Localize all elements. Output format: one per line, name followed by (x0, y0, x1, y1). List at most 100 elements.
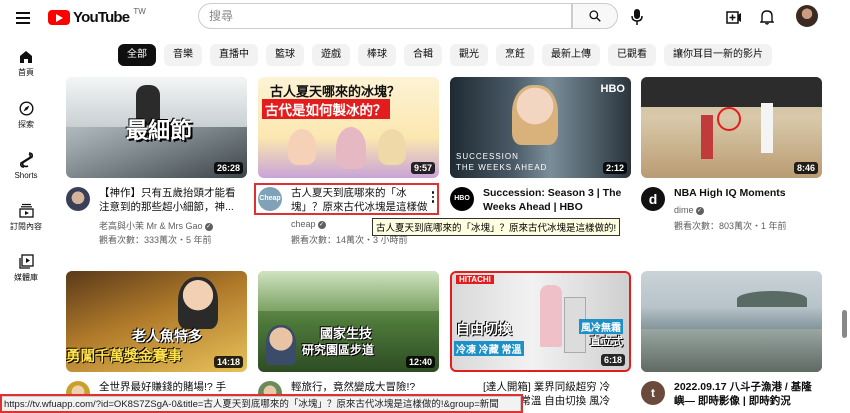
sidebar-item-label: 首頁 (18, 68, 34, 77)
sidebar-item-library[interactable]: 媒體庫 (0, 254, 52, 283)
thumbnail-caption: SUCCESSION (456, 152, 519, 161)
chip-watched[interactable]: 已觀看 (608, 44, 656, 66)
search-input[interactable] (198, 3, 572, 29)
sidebar-item-explore[interactable]: 探索 (0, 101, 52, 130)
channel-name-text: dime (674, 205, 694, 215)
channel-avatar[interactable] (66, 187, 90, 211)
video-duration: 6:18 (600, 354, 625, 366)
video-duration: 26:28 (213, 162, 243, 174)
microphone-icon (631, 9, 643, 25)
thumbnail-island (737, 291, 807, 307)
video-thumbnail[interactable]: HITACHI 自由切換 冷凍 冷藏 常溫 風冷無霜 直立式 6:18 (450, 271, 631, 372)
chip-gaming[interactable]: 遊戲 (312, 44, 350, 66)
channel-avatar[interactable]: HBO (450, 187, 474, 211)
sidebar-item-home[interactable]: 首頁 (0, 50, 52, 78)
thumbnail-player (701, 115, 713, 159)
thumbnail-foliage (258, 271, 439, 311)
voice-search-button[interactable] (624, 4, 650, 30)
channel-avatar[interactable]: Cheap (258, 187, 282, 211)
channel-avatar[interactable]: d (641, 187, 665, 211)
chip-mixes[interactable]: 合輯 (404, 44, 442, 66)
video-thumbnail[interactable] (641, 271, 822, 372)
thumbnail-harbor (641, 329, 822, 372)
channel-name[interactable]: cheap ✓ (291, 219, 326, 229)
chip-cooking[interactable]: 烹飪 (496, 44, 534, 66)
verified-icon: ✓ (317, 220, 326, 229)
home-icon (20, 51, 32, 63)
video-title[interactable]: NBA High IQ Moments (674, 186, 814, 200)
thumbnail-character (288, 129, 316, 165)
channel-name-text: cheap (291, 219, 316, 229)
library-icon (18, 254, 34, 269)
video-duration: 8:46 (793, 162, 818, 174)
account-avatar[interactable] (796, 5, 818, 27)
subscriptions-icon (18, 203, 34, 218)
chip-all[interactable]: 全部 (118, 44, 156, 66)
verified-icon: ✓ (204, 222, 213, 231)
chip-new-to-you[interactable]: 讓你耳目一新的影片 (664, 44, 772, 66)
video-duration: 14:18 (213, 356, 243, 368)
thumbnail-person (540, 285, 562, 347)
thumbnail-badge-secondary: 直立式 (590, 336, 623, 348)
search-icon (589, 10, 601, 22)
sidebar-item-shorts[interactable]: Shorts (0, 152, 52, 180)
thumbnail-person (512, 85, 558, 145)
video-title[interactable]: 古人夏天到底哪來的「冰塊」？原來古代冰塊是這樣做的! (291, 186, 431, 214)
video-duration: 9:57 (410, 162, 435, 174)
youtube-logo[interactable]: YouTube TW (48, 7, 146, 29)
thumbnail-caption: 最細節 (126, 118, 193, 143)
sidebar-item-label: 訂閱內容 (10, 222, 42, 231)
chip-baseball[interactable]: 棒球 (358, 44, 396, 66)
status-bar-url: https://tv.wfuapp.com/?id=OK8S7ZSgA-0&ti… (0, 396, 521, 413)
video-thumbnail[interactable]: 老人魚特多 勇闖千萬獎金賽事 14:18 (66, 271, 247, 372)
thumbnail-caption-secondary: 勇闖千萬獎金賽事 (66, 349, 182, 365)
country-code: TW (133, 7, 146, 16)
thumbnail-caption: 國家生技 (320, 326, 373, 341)
menu-icon[interactable] (13, 7, 35, 29)
search-button[interactable] (572, 3, 618, 29)
masthead: YouTube TW (0, 0, 850, 36)
more-options-button[interactable] (428, 189, 438, 207)
chip-music[interactable]: 音樂 (164, 44, 202, 66)
thumbnail-person (266, 325, 296, 365)
video-thumbnail[interactable]: 8:46 (641, 77, 822, 178)
thumbnail-character (336, 127, 366, 169)
thumbnail-caption: 古人夏天哪來的冰塊？ (270, 84, 401, 99)
verified-icon: ✓ (695, 206, 704, 215)
filter-chips: 全部 音樂 直播中 籃球 遊戲 棒球 合輯 觀光 烹飪 最新上傳 已觀看 讓你耳… (118, 44, 772, 66)
thumbnail-circle-mark (717, 107, 741, 131)
title-tooltip: 古人夏天到底哪來的「冰塊」？原來古代冰塊是這樣做的! (372, 218, 621, 236)
video-thumbnail[interactable]: 最細節 26:28 (66, 77, 247, 178)
scrollbar-thumb[interactable] (842, 310, 847, 338)
create-button[interactable] (721, 4, 747, 30)
video-thumbnail[interactable]: 國家生技 研究園區步道 12:40 (258, 271, 439, 372)
channel-name[interactable]: dime ✓ (674, 205, 704, 215)
thumbnail-caption: 老人魚特多 (132, 328, 202, 344)
sidebar-item-label: 探索 (18, 120, 34, 129)
video-thumbnail[interactable]: HBO SUCCESSION THE WEEKS AHEAD 2:12 (450, 77, 631, 178)
shorts-icon (19, 152, 33, 168)
thumbnail-caption-secondary: THE WEEKS AHEAD (456, 163, 548, 172)
channel-name[interactable]: 老高與小茉 Mr & Mrs Gao ✓ (99, 219, 213, 232)
video-title[interactable]: 2022.09.17 八斗子漁港 / 基隆嶼— 即時影像 | 即時釣況 (674, 380, 814, 408)
thumbnail-player (761, 103, 773, 153)
notifications-button[interactable] (754, 4, 780, 30)
video-duration: 2:12 (602, 162, 627, 174)
chip-basketball[interactable]: 籃球 (266, 44, 304, 66)
chip-live[interactable]: 直播中 (210, 44, 258, 66)
channel-avatar[interactable]: t (641, 381, 665, 405)
video-meta: 觀看次數：333萬次・5 年前 (99, 235, 212, 245)
sidebar-item-subscriptions[interactable]: 訂閱內容 (0, 203, 52, 232)
thumbnail-crowd (641, 77, 822, 107)
sidebar-item-label: Shorts (14, 171, 38, 180)
chip-tourism[interactable]: 觀光 (450, 44, 488, 66)
video-duration: 12:40 (405, 356, 435, 368)
video-title[interactable]: Succession: Season 3 | The Weeks Ahead |… (483, 186, 623, 214)
video-meta: 觀看次數：803萬次・1 年前 (674, 221, 787, 231)
chip-recently-uploaded[interactable]: 最新上傳 (542, 44, 600, 66)
video-thumbnail[interactable]: 古人夏天哪來的冰塊？ 古代是如何製冰的？ 9:57 (258, 77, 439, 178)
thumbnail-caption: 自由切換 (456, 321, 512, 337)
thumbnail-badge: 風冷無霜 (579, 319, 623, 334)
create-video-icon (726, 10, 741, 24)
video-title[interactable]: 【神作】只有五歲抬頭才能看注意到的那些超小細節，神... (99, 186, 239, 214)
